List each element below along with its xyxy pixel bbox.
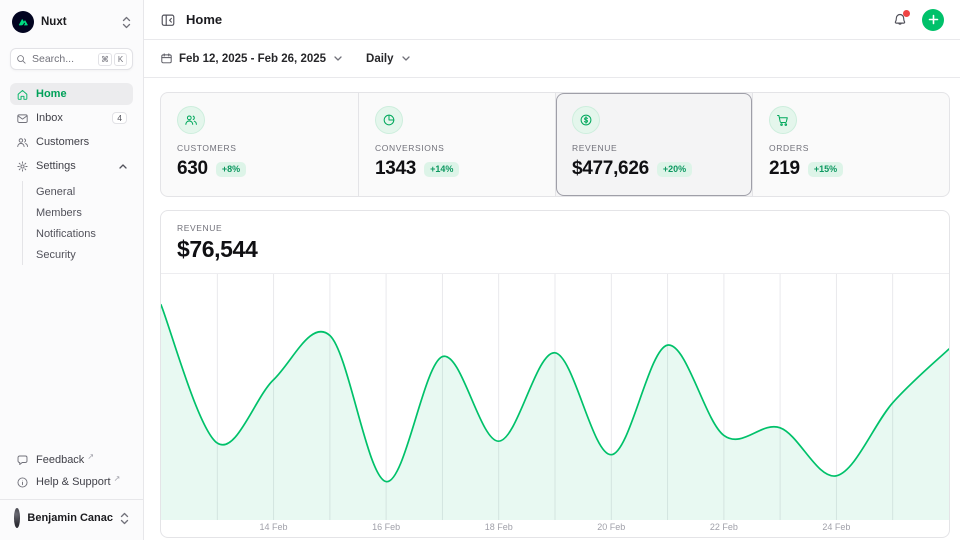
sidebar-item-customers[interactable]: Customers — [10, 131, 133, 153]
chevron-down-icon — [402, 56, 410, 61]
sidebar-footer: Feedback ↗ Help & Support ↗ Benjamin Can… — [10, 449, 133, 534]
page-title: Home — [186, 12, 222, 27]
chevron-down-icon — [334, 56, 342, 61]
x-axis-tick-label: 16 Feb — [372, 522, 400, 532]
submenu-item-general[interactable]: General — [36, 181, 133, 202]
sidebar-item-label: Home — [36, 88, 67, 100]
stats-row: CUSTOMERS 630 +8% CONVERSIONS 1343 +14% — [160, 92, 950, 197]
stat-card-revenue[interactable]: REVENUE $477,626 +20% — [555, 93, 752, 196]
granularity-value: Daily — [366, 53, 394, 65]
cart-icon — [776, 113, 790, 127]
date-range-picker[interactable]: Feb 12, 2025 - Feb 26, 2025 — [160, 52, 342, 65]
pie-chart-icon — [382, 113, 396, 127]
workspace-selector[interactable]: Nuxt — [10, 10, 133, 34]
sidebar: Nuxt Search... ⌘ K Home Inbox 4 — [0, 0, 144, 540]
stat-delta-badge: +20% — [657, 162, 692, 177]
date-range-value: Feb 12, 2025 - Feb 26, 2025 — [179, 53, 326, 65]
x-axis-tick-label: 18 Feb — [485, 522, 513, 532]
user-name: Benjamin Canac — [27, 512, 113, 524]
dashboard-content: CUSTOMERS 630 +8% CONVERSIONS 1343 +14% — [144, 78, 960, 538]
chart-x-axis: 14 Feb 16 Feb 18 Feb 20 Feb 22 Feb 24 Feb — [161, 520, 949, 537]
calendar-icon — [160, 52, 173, 65]
user-menu[interactable]: Benjamin Canac — [10, 500, 133, 534]
search-shortcut: ⌘ K — [98, 53, 127, 66]
notification-dot — [903, 10, 910, 17]
stat-label: CONVERSIONS — [375, 143, 539, 153]
stat-value: 219 — [769, 158, 800, 180]
x-axis-tick-label: 20 Feb — [597, 522, 625, 532]
sidebar-item-label: Inbox — [36, 112, 63, 124]
area-chart-svg — [161, 274, 949, 520]
stat-card-orders[interactable]: ORDERS 219 +15% — [752, 93, 949, 196]
search-placeholder: Search... — [32, 53, 74, 65]
collapse-sidebar-button[interactable] — [160, 12, 176, 28]
stat-label: CUSTOMERS — [177, 143, 342, 153]
main-area: Home Feb 12, 2025 - Feb 26, 2025 Daily — [144, 0, 960, 540]
chat-bubble-icon — [16, 454, 29, 467]
users-icon — [184, 113, 198, 127]
stat-label: REVENUE — [572, 143, 736, 153]
chevron-up-down-icon — [120, 512, 129, 525]
chevron-up-down-icon — [122, 16, 131, 29]
stat-card-conversions[interactable]: CONVERSIONS 1343 +14% — [358, 93, 555, 196]
search-icon — [16, 54, 27, 65]
search-input[interactable]: Search... ⌘ K — [10, 48, 133, 70]
chart-header: REVENUE $76,544 — [161, 211, 949, 274]
stat-card-customers[interactable]: CUSTOMERS 630 +8% — [161, 93, 358, 196]
notifications-button[interactable] — [892, 12, 908, 28]
workspace-name: Nuxt — [41, 16, 67, 28]
avatar — [14, 508, 20, 528]
sidebar-item-inbox[interactable]: Inbox 4 — [10, 107, 133, 129]
chart-label: REVENUE — [177, 223, 933, 233]
top-header: Home — [144, 0, 960, 40]
inbox-icon — [16, 112, 29, 125]
sidebar-nav: Home Inbox 4 Customers Settings Genera — [10, 83, 133, 265]
nuxt-logo-icon — [12, 11, 34, 33]
external-link-icon: ↗ — [87, 452, 94, 461]
sidebar-item-settings[interactable]: Settings — [10, 155, 133, 177]
submenu-item-security[interactable]: Security — [36, 244, 133, 265]
stat-delta-badge: +8% — [216, 162, 246, 177]
footer-link-label: Feedback — [36, 454, 84, 466]
circle-dollar-icon — [579, 113, 593, 127]
stat-value: 630 — [177, 158, 208, 180]
gear-icon — [16, 160, 29, 173]
stat-delta-badge: +14% — [424, 162, 459, 177]
sidebar-item-label: Settings — [36, 160, 76, 172]
submenu-item-notifications[interactable]: Notifications — [36, 223, 133, 244]
chevron-up-icon — [119, 164, 127, 169]
granularity-select[interactable]: Daily — [366, 53, 410, 65]
x-axis-tick-label: 24 Feb — [822, 522, 850, 532]
footer-link-label: Help & Support — [36, 476, 111, 488]
revenue-chart-panel: REVENUE $76,544 14 Feb 16 Feb 18 Feb 20 Feb… — [160, 210, 950, 538]
external-link-icon: ↗ — [114, 474, 121, 483]
add-button[interactable] — [922, 9, 944, 31]
kbd-cmd: ⌘ — [98, 53, 112, 66]
submenu-item-members[interactable]: Members — [36, 202, 133, 223]
stat-delta-badge: +15% — [808, 162, 843, 177]
revenue-chart[interactable] — [161, 274, 949, 520]
users-icon — [16, 136, 29, 149]
feedback-link[interactable]: Feedback ↗ — [10, 449, 133, 471]
settings-submenu: General Members Notifications Security — [22, 181, 133, 265]
stat-value: 1343 — [375, 158, 416, 180]
help-support-link[interactable]: Help & Support ↗ — [10, 471, 133, 493]
stat-label: ORDERS — [769, 143, 933, 153]
plus-icon — [929, 16, 937, 24]
x-axis-tick-label: 14 Feb — [260, 522, 288, 532]
inbox-count-badge: 4 — [112, 112, 127, 125]
chart-total-value: $76,544 — [177, 236, 933, 263]
home-icon — [16, 88, 29, 101]
stat-value: $477,626 — [572, 158, 649, 180]
x-axis-tick-label: 22 Feb — [710, 522, 738, 532]
sidebar-item-home[interactable]: Home — [10, 83, 133, 105]
sidebar-item-label: Customers — [36, 136, 89, 148]
info-icon — [16, 476, 29, 489]
filters-toolbar: Feb 12, 2025 - Feb 26, 2025 Daily — [144, 40, 960, 78]
kbd-k: K — [114, 53, 127, 66]
